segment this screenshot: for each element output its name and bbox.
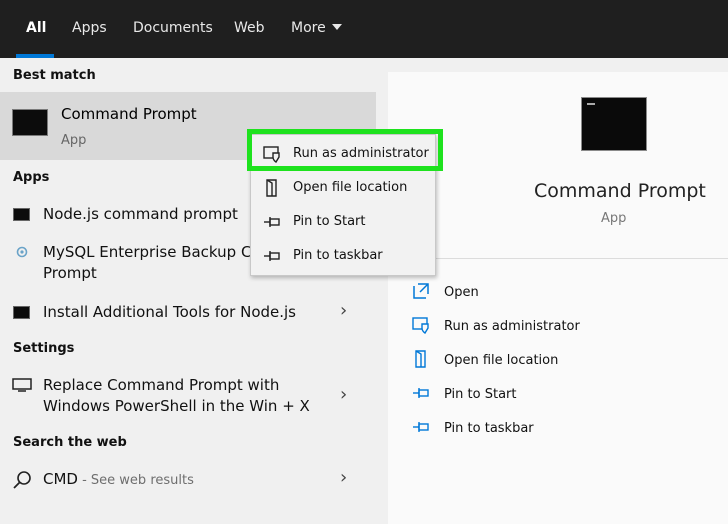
chevron-right-icon[interactable]: › — [340, 300, 347, 321]
pin-icon — [413, 388, 429, 398]
open-icon — [413, 283, 429, 299]
best-match-title: Command Prompt — [61, 105, 197, 123]
context-menu-label: Open file location — [293, 180, 408, 195]
section-header-settings: Settings — [13, 341, 75, 356]
shield-icon — [412, 317, 429, 334]
detail-subtitle: App — [601, 211, 627, 226]
search-icon — [13, 471, 31, 489]
detail-action-label: Open — [444, 285, 479, 300]
list-item-web-search[interactable]: CMD - See web results › — [0, 464, 376, 494]
tab-apps[interactable]: Apps — [72, 20, 107, 36]
monitor-icon — [12, 378, 32, 392]
list-item-label-line2: Prompt — [43, 264, 97, 282]
terminal-icon — [12, 109, 48, 136]
caret-down-icon — [331, 24, 342, 30]
detail-action-pin-to-start[interactable]: Pin to Start — [412, 384, 712, 408]
detail-title: Command Prompt — [534, 180, 706, 202]
detail-action-label: Pin to taskbar — [444, 421, 534, 436]
shield-icon — [263, 146, 280, 163]
detail-action-label: Run as administrator — [444, 319, 580, 334]
context-menu-label: Run as administrator — [293, 146, 429, 161]
terminal-icon — [581, 97, 647, 151]
terminal-icon — [13, 208, 30, 221]
tab-web[interactable]: Web — [234, 20, 265, 36]
context-menu-label: Pin to taskbar — [293, 248, 383, 263]
terminal-icon — [13, 306, 30, 319]
web-suffix: - See web results — [77, 473, 194, 488]
list-item-label-line1: MySQL Enterprise Backup Co — [43, 243, 261, 261]
tab-documents[interactable]: Documents — [133, 20, 213, 36]
detail-action-run-as-admin[interactable]: Run as administrator — [412, 316, 712, 340]
detail-action-label: Pin to Start — [444, 387, 517, 402]
detail-panel: Command Prompt App Open Run as administr… — [388, 72, 728, 524]
pin-icon — [264, 217, 280, 227]
section-header-best-match: Best match — [13, 68, 96, 83]
search-scope-tabs: All Apps Documents Web More — [0, 0, 728, 58]
list-item-replace-cmd-setting[interactable]: Replace Command Prompt with Windows Powe… — [0, 372, 376, 422]
pin-icon — [264, 251, 280, 261]
context-menu-label: Pin to Start — [293, 214, 366, 229]
gear-icon — [16, 246, 28, 258]
context-menu-item-pin-to-taskbar[interactable]: Pin to taskbar — [251, 241, 437, 271]
tab-all[interactable]: All — [26, 20, 46, 36]
best-match-subtitle: App — [61, 133, 87, 148]
context-menu-item-run-as-admin[interactable]: Run as administrator — [251, 139, 437, 169]
detail-action-pin-to-taskbar[interactable]: Pin to taskbar — [412, 418, 712, 442]
chevron-right-icon[interactable]: › — [340, 384, 347, 405]
web-search-label: CMD - See web results — [43, 470, 194, 488]
tab-more[interactable]: More — [291, 20, 342, 36]
detail-action-label: Open file location — [444, 353, 559, 368]
list-item-label: Install Additional Tools for Node.js — [43, 303, 297, 321]
web-query: CMD — [43, 470, 78, 488]
tab-more-label: More — [291, 20, 326, 36]
folder-icon — [266, 179, 277, 197]
context-menu-item-open-file-location[interactable]: Open file location — [251, 173, 437, 203]
context-menu-item-pin-to-start[interactable]: Pin to Start — [251, 207, 437, 237]
folder-icon — [415, 350, 426, 368]
detail-action-open[interactable]: Open — [412, 282, 712, 306]
list-item-label-line2: Windows PowerShell in the Win + X — [43, 397, 310, 415]
list-item-node-tools[interactable]: Install Additional Tools for Node.js › — [0, 298, 376, 328]
results-list: Best match Command Prompt App Apps Node.… — [0, 58, 376, 524]
section-header-search-web: Search the web — [13, 435, 127, 450]
context-menu: Run as administrator Open file location … — [250, 134, 436, 276]
chevron-right-icon[interactable]: › — [340, 467, 347, 488]
detail-action-open-file-location[interactable]: Open file location — [412, 350, 712, 374]
list-item-label: Node.js command prompt — [43, 205, 238, 223]
list-item-label-line1: Replace Command Prompt with — [43, 376, 280, 394]
divider — [388, 258, 728, 259]
section-header-apps: Apps — [13, 170, 50, 185]
pin-icon — [413, 422, 429, 432]
